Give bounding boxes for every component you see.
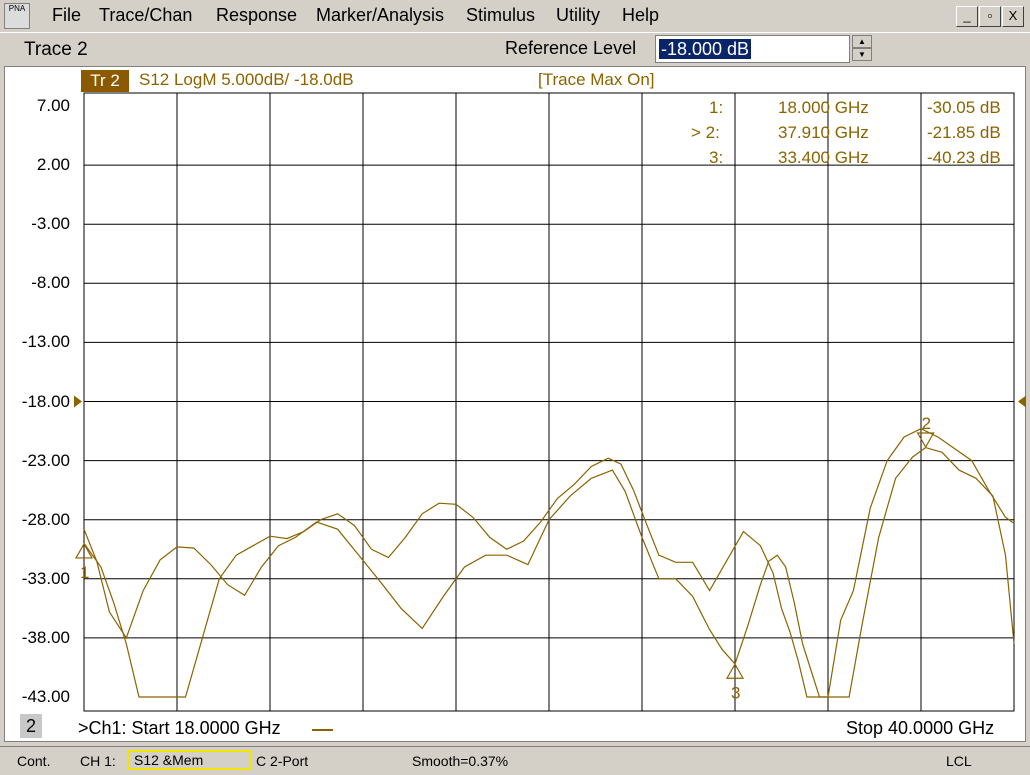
reference-level-value[interactable]: -18.000 dB: [659, 39, 752, 59]
y-tick-label: -13.00: [21, 332, 70, 352]
y-tick-label: -33.00: [21, 568, 70, 588]
start-frequency[interactable]: >Ch1: Start 18.0000 GHz: [78, 718, 281, 739]
trace-max-status: [Trace Max On]: [538, 70, 655, 89]
marker-1-val: -30.05 dB: [927, 98, 1001, 117]
y-tick-label: -3.00: [31, 214, 70, 234]
app-icon[interactable]: PNA: [4, 3, 30, 29]
y-tick-label: 7.00: [36, 96, 70, 115]
measurement-display: [4, 66, 1026, 742]
reference-level-label: Reference Level: [505, 38, 637, 58]
reference-level-input[interactable]: -18.000 dB: [655, 35, 850, 63]
menu-file[interactable]: File: [52, 5, 81, 26]
sweep-mode[interactable]: Cont.: [17, 753, 50, 769]
lcl-status: LCL: [946, 753, 972, 769]
marker-3-val: -40.23 dB: [927, 148, 1001, 167]
channel-status: CH 1:: [80, 753, 116, 769]
marker-2-val: -21.85 dB: [927, 123, 1001, 142]
y-tick-label: -18.00: [21, 391, 70, 411]
legend-line: [312, 729, 333, 731]
spin-up-icon[interactable]: ▲: [852, 35, 872, 48]
y-tick-label: -38.00: [21, 627, 70, 647]
y-tick-label: -8.00: [31, 273, 70, 293]
y-tick-label: -28.00: [21, 509, 70, 529]
calibration-status[interactable]: C 2-Port: [256, 753, 308, 769]
trace-badge[interactable]: Tr 2: [81, 70, 129, 92]
y-tick-label: -43.00: [21, 687, 70, 706]
marker-2-num: > 2:: [691, 123, 720, 142]
menu-marker-analysis[interactable]: Marker/Analysis: [316, 5, 444, 26]
channel-number[interactable]: 2: [20, 714, 42, 738]
toolbar: Trace 2 Reference Level -18.000 dB ▲ ▼: [0, 32, 1030, 67]
menu-response[interactable]: Response: [216, 5, 297, 26]
menu-utility[interactable]: Utility: [556, 5, 600, 26]
marker-1-num: 1:: [709, 98, 724, 117]
marker-3-num: 3:: [709, 148, 724, 167]
status-bar: Cont. CH 1: S12 &Mem C 2-Port Smooth=0.3…: [0, 746, 1030, 775]
restore-button[interactable]: ▫: [979, 6, 1001, 27]
trace-label: Trace 2: [24, 39, 88, 60]
minimize-button[interactable]: _: [956, 6, 978, 27]
measurement-status[interactable]: S12 &Mem: [127, 750, 251, 770]
smoothing-status[interactable]: Smooth=0.37%: [412, 753, 508, 769]
spin-down-icon[interactable]: ▼: [852, 48, 872, 61]
menu-trace-chan[interactable]: Trace/Chan: [99, 5, 192, 26]
close-button[interactable]: X: [1002, 6, 1024, 27]
trace-format: S12 LogM 5.000dB/ -18.0dB: [139, 70, 354, 89]
menu-stimulus[interactable]: Stimulus: [466, 5, 535, 26]
stop-frequency[interactable]: Stop 40.0000 GHz: [846, 718, 994, 739]
y-tick-label: -23.00: [21, 450, 70, 470]
marker-2-freq: 37.910 GHz: [778, 123, 869, 142]
menu-help[interactable]: Help: [622, 5, 659, 26]
marker-1-freq: 18.000 GHz: [778, 98, 869, 117]
y-tick-label: 2.00: [36, 155, 70, 175]
reference-level-spinner[interactable]: ▲ ▼: [852, 35, 872, 63]
menu-bar: PNA File Trace/Chan Response Marker/Anal…: [0, 0, 1030, 32]
marker-3-freq: 33.400 GHz: [778, 148, 869, 167]
